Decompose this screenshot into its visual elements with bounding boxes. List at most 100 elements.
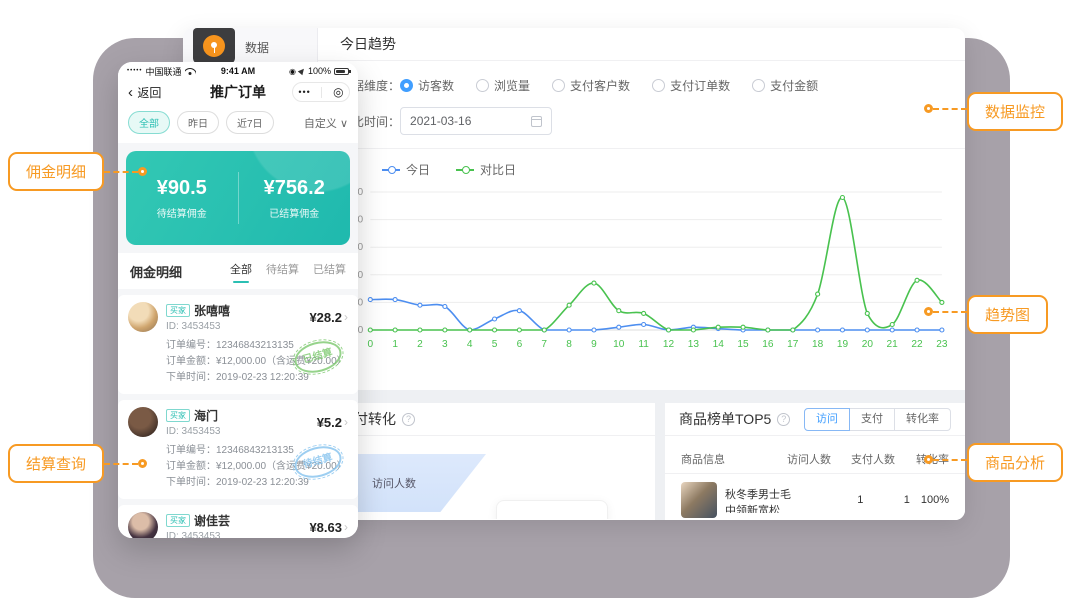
svg-text:1: 1 (392, 339, 398, 350)
product-ranking-title: 商品榜单TOP5 (679, 403, 771, 435)
chevron-right-icon: › (344, 520, 348, 534)
radio-icon (752, 79, 765, 92)
chip-yesterday[interactable]: 昨日 (177, 111, 219, 134)
commission-list-item[interactable]: 买家 张嘻嘻 ID: 3453453 ¥28.2 › 订单编号：12346843… (118, 295, 358, 394)
radio-icon (552, 79, 565, 92)
svg-text:22: 22 (911, 339, 923, 350)
svg-text:6: 6 (517, 339, 523, 350)
compare-date-input[interactable]: 2021-03-16 (400, 107, 552, 135)
commission-amount: ¥8.63 (309, 520, 342, 535)
pending-label: 待结算佣金 (157, 205, 207, 220)
ranking-tab-rate[interactable]: 转化率 (894, 408, 951, 431)
question-circle-icon[interactable] (777, 413, 790, 426)
more-button[interactable]: ••• (298, 87, 310, 97)
dimension-row: 数据维度： 访客数 浏览量 支付客户数 支付订单数 (340, 77, 943, 94)
svg-text:7: 7 (541, 339, 547, 350)
custom-range-dropdown[interactable]: 自定义 ∨ (304, 115, 348, 131)
legend-item-today[interactable]: 今日 (382, 161, 430, 178)
callout-line (104, 171, 138, 173)
commission-list-item[interactable]: 买家 海门 ID: 3453453 ¥5.2 › 订单编号：1234684321… (118, 400, 358, 499)
callout-product-analysis: 商品分析 (967, 443, 1063, 482)
calendar-icon[interactable] (531, 116, 542, 127)
callout-line (104, 463, 138, 465)
radio-icon (652, 79, 665, 92)
svg-text:11: 11 (638, 339, 649, 350)
product-name: 秋冬季男士毛 中领新宽松 (725, 487, 817, 513)
svg-text:3: 3 (442, 339, 448, 350)
radio-icon (400, 79, 413, 92)
svg-text:9: 9 (591, 339, 597, 350)
funnel-tooltip (496, 500, 608, 519)
app-logo-tab[interactable] (193, 28, 235, 64)
buyer-id: ID: 3453453 (166, 426, 317, 437)
svg-text:19: 19 (837, 339, 849, 350)
commission-amount: ¥28.2 (309, 310, 342, 325)
commission-amount: ¥5.2 (317, 415, 342, 430)
metric-radio-visitors[interactable]: 访客数 (400, 77, 454, 94)
commission-list-header: 佣金明细 全部 待结算 已结算 (118, 253, 358, 289)
legend-marker (456, 169, 474, 171)
svg-text:18: 18 (812, 339, 824, 350)
commission-list-item[interactable]: 买家 谢佳芸 ID: 3453453 ¥8.63 › 订单编号：12346843… (118, 505, 358, 538)
compare-time-row: 对比时间： 2021-03-16 (340, 107, 943, 135)
back-button[interactable]: ‹ 返回 (128, 84, 161, 101)
metric-radio-pageviews[interactable]: 浏览量 (476, 77, 530, 94)
chart-legend: 今日 对比日 (382, 161, 965, 178)
filter-chip-row: 全部 昨日 近7日 自定义 ∨ (118, 106, 358, 143)
chip-last7days[interactable]: 近7日 (226, 111, 274, 134)
avatar (128, 407, 158, 437)
svg-text:20: 20 (862, 339, 874, 350)
metric-radio-paid-amount[interactable]: 支付金额 (752, 77, 818, 94)
callout-data-monitoring-connector (924, 104, 967, 113)
buyer-name: 张嘻嘻 (194, 302, 230, 319)
status-time: 9:41 AM (118, 66, 358, 76)
payment-conversion-card: 支付转化 访问人数 (318, 403, 655, 520)
buyer-name: 海门 (194, 407, 218, 424)
svg-text:16: 16 (762, 339, 774, 350)
svg-text:4: 4 (467, 339, 473, 350)
metric-radio-paid-orders[interactable]: 支付订单数 (652, 77, 730, 94)
pending-amount: ¥90.5 (157, 177, 207, 200)
callout-box: 趋势图 (967, 295, 1048, 334)
callout-line (933, 459, 967, 461)
avatar (128, 302, 158, 332)
pin-logo-icon (203, 35, 225, 57)
callout-line (933, 108, 967, 110)
rate-value: 100% (910, 494, 949, 506)
dashboard-content: 今日趋势 数据维度： 访客数 浏览量 支付客户数 支付订单数 (318, 28, 965, 520)
list-tab-all[interactable]: 全部 (230, 261, 252, 281)
chip-all[interactable]: 全部 (128, 111, 170, 134)
callout-dot (924, 307, 933, 316)
phone-nav-bar: ‹ 返回 推广订单 ••• ◎ (118, 78, 358, 106)
callout-product-analysis-connector (924, 455, 967, 464)
svg-text:21: 21 (887, 339, 899, 350)
buyer-id: ID: 3453453 (166, 531, 309, 538)
list-tab-settled[interactable]: 已结算 (313, 261, 346, 281)
callout-box: 数据监控 (967, 92, 1063, 131)
callout-box: 商品分析 (967, 443, 1063, 482)
list-tab-pending[interactable]: 待结算 (266, 261, 299, 281)
miniprogram-capsule: ••• ◎ (292, 82, 350, 102)
sidebar-item-data[interactable]: 数据 (245, 39, 269, 56)
callout-trend-chart: 趋势图 (967, 295, 1048, 334)
ranking-tab-visits[interactable]: 访问 (804, 408, 850, 431)
legend-item-compare[interactable]: 对比日 (456, 161, 516, 178)
ranking-tab-pay[interactable]: 支付 (849, 408, 895, 431)
battery-icon (334, 68, 349, 75)
today-trend-title: 今日趋势 (340, 28, 396, 60)
callout-box: 结算查询 (8, 444, 104, 483)
callout-commission-detail: 佣金明细 (8, 152, 147, 191)
svg-text:23: 23 (936, 339, 948, 350)
metric-radio-paying-customers[interactable]: 支付客户数 (552, 77, 630, 94)
callout-dot (138, 167, 147, 176)
buyer-badge: 买家 (166, 304, 190, 317)
ranking-table-row[interactable]: 秋冬季男士毛 中领新宽松 1 1 100% (665, 474, 965, 520)
close-target-button[interactable]: ◎ (333, 86, 343, 98)
avatar (128, 512, 158, 538)
question-circle-icon[interactable] (402, 413, 415, 426)
payers-value: 1 (863, 494, 909, 506)
svg-text:17: 17 (787, 339, 799, 350)
svg-text:13: 13 (688, 339, 700, 350)
buyer-name: 谢佳芸 (194, 512, 230, 529)
trend-line-chart: 0102030405001234567891011121314151617181… (348, 182, 951, 368)
